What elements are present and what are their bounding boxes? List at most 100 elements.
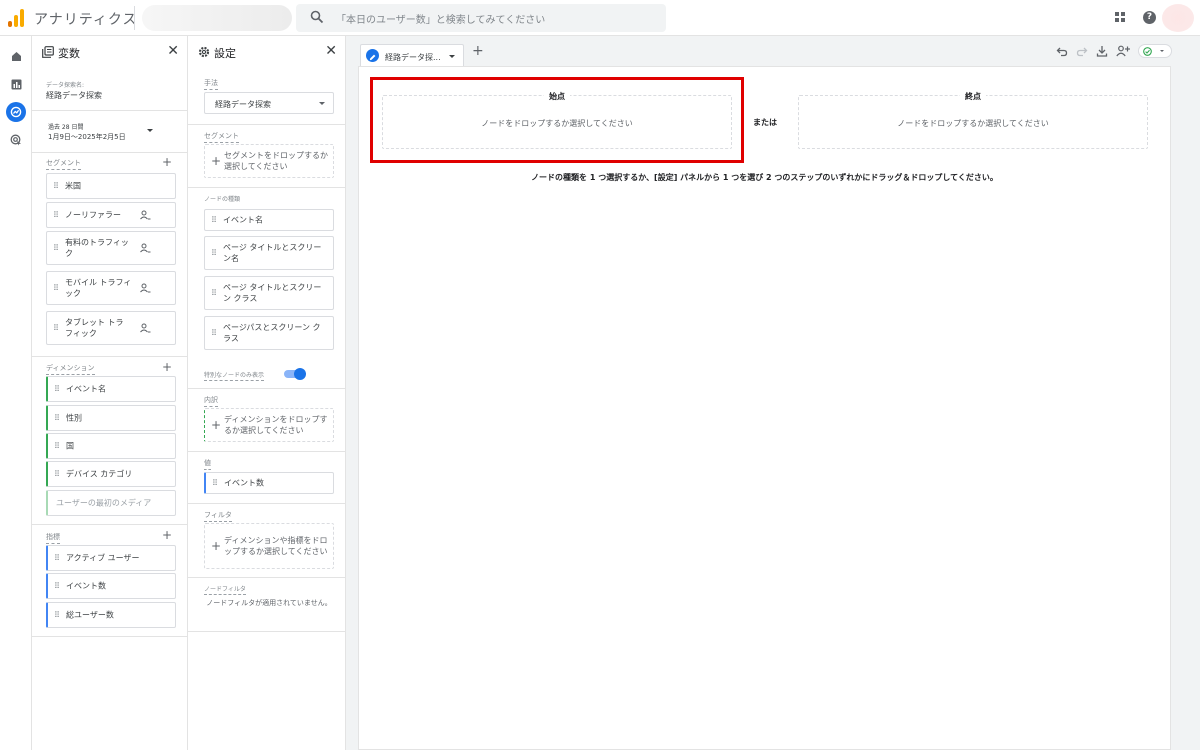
explore-icon[interactable] xyxy=(6,102,26,122)
dimension-chip[interactable]: ⠿ デバイス カテゴリ xyxy=(46,461,176,487)
divider xyxy=(188,124,346,125)
plus-icon: + xyxy=(211,154,222,168)
filters-dropzone[interactable]: + ディメンションや指標をドロップするか選択してください xyxy=(204,523,334,569)
account-selector[interactable] xyxy=(142,5,292,31)
divider xyxy=(188,187,346,188)
drag-handle-icon[interactable]: ⠿ xyxy=(54,385,60,394)
date-range-selector[interactable]: 過去 28 日間 1月9日～2025年2月5日 xyxy=(32,118,188,146)
drag-handle-icon[interactable]: ⠿ xyxy=(54,470,60,479)
or-label: または xyxy=(753,118,777,127)
drag-handle-icon[interactable]: ⠿ xyxy=(54,414,60,423)
help-icon[interactable]: ? xyxy=(1143,11,1156,24)
settings-panel: 設定 ✕ 手法 経路データ探索 セグメント + セグメントをドロップするか選択し… xyxy=(188,36,346,750)
values-text: イベント数 xyxy=(224,478,264,488)
add-metric-button[interactable]: + xyxy=(162,528,172,542)
end-node-text: ノードをドロップするか選択してください xyxy=(897,119,1049,128)
close-variables-icon[interactable]: ✕ xyxy=(167,43,179,59)
drag-handle-icon[interactable]: ⠿ xyxy=(211,289,217,298)
dimension-chip-placeholder[interactable]: ユーザーの最初のメディア xyxy=(46,490,176,516)
metric-chip[interactable]: ⠿ 総ユーザー数 xyxy=(46,602,176,628)
variables-panel: 変数 ✕ データ探索名: 経路データ探索 過去 28 日間 1月9日～2025年… xyxy=(32,36,188,750)
node-type-chip[interactable]: ⠿ イベント名 xyxy=(204,209,334,231)
dimension-chip[interactable]: ⠿ 国 xyxy=(46,433,176,459)
avatar[interactable] xyxy=(1162,4,1194,32)
segment-chip[interactable]: ⠿ ノーリファラー xyxy=(46,202,176,228)
exploration-name-input[interactable]: 経路データ探索 xyxy=(46,90,102,101)
share-icon[interactable] xyxy=(1116,45,1130,57)
apps-grid-icon[interactable] xyxy=(1115,12,1127,24)
user-segment-icon xyxy=(140,210,151,220)
add-dimension-button[interactable]: + xyxy=(162,360,172,374)
segments-label: セグメント xyxy=(46,158,81,170)
node-type-text: ページパスとスクリーン クラス xyxy=(223,323,321,343)
unique-nodes-label: 特別なノードのみ表示 xyxy=(204,372,265,381)
dimension-chip[interactable]: ⠿ 性別 xyxy=(46,405,176,431)
values-chip[interactable]: ⠿ イベント数 xyxy=(204,472,334,494)
dimension-label: 国 xyxy=(66,441,74,451)
title-divider xyxy=(134,6,135,30)
nav-rail xyxy=(0,36,32,750)
reports-icon[interactable] xyxy=(6,74,26,94)
metric-chip[interactable]: ⠿ アクティブ ユーザー xyxy=(46,545,176,571)
user-segment-icon xyxy=(140,243,151,253)
node-type-chip[interactable]: ⠿ ページ タイトルとスクリーン クラス xyxy=(204,276,334,310)
node-type-chip[interactable]: ⠿ ページパスとスクリーン クラス xyxy=(204,316,334,350)
redo-icon[interactable] xyxy=(1076,45,1088,57)
toggle-knob xyxy=(294,368,306,380)
drag-handle-icon[interactable]: ⠿ xyxy=(54,611,60,620)
drag-handle-icon[interactable]: ⠿ xyxy=(53,211,59,220)
drag-handle-icon[interactable]: ⠿ xyxy=(53,284,59,293)
segment-chip[interactable]: ⠿ タブレット トラフィック xyxy=(46,311,176,345)
undo-icon[interactable] xyxy=(1056,45,1068,57)
drag-handle-icon[interactable]: ⠿ xyxy=(211,216,217,225)
gear-icon xyxy=(198,46,210,58)
drag-handle-icon[interactable]: ⠿ xyxy=(54,442,60,451)
divider xyxy=(188,503,346,504)
segment-chip[interactable]: ⠿ 有料のトラフィック xyxy=(46,231,176,265)
unique-nodes-toggle[interactable] xyxy=(284,368,306,380)
check-circle-icon xyxy=(1143,47,1152,56)
chevron-down-icon xyxy=(1160,50,1164,52)
drag-handle-icon[interactable]: ⠿ xyxy=(211,329,217,338)
divider xyxy=(188,388,346,389)
dimensions-label: ディメンション xyxy=(46,363,95,375)
chevron-down-icon[interactable] xyxy=(449,55,455,58)
breakdown-dropzone[interactable]: + ディメンションをドロップするか選択してください xyxy=(204,408,334,442)
plus-icon: + xyxy=(211,539,222,553)
divider xyxy=(188,631,346,632)
search-input[interactable]: 「本日のユーザー数」と検索してみてください xyxy=(296,4,666,32)
drag-handle-icon[interactable]: ⠿ xyxy=(211,249,217,258)
advertising-icon[interactable] xyxy=(6,130,26,150)
segment-chip[interactable]: ⠿ 米国 xyxy=(46,173,176,199)
add-segment-button[interactable]: + xyxy=(162,155,172,169)
tab-path-exploration[interactable]: 経路データ探... xyxy=(360,44,464,66)
dimension-label: 性別 xyxy=(66,413,82,423)
drag-handle-icon[interactable]: ⠿ xyxy=(53,244,59,253)
edit-pencil-icon[interactable] xyxy=(366,49,379,62)
drag-handle-icon[interactable]: ⠿ xyxy=(54,582,60,591)
drag-handle-icon[interactable]: ⠿ xyxy=(53,324,59,333)
highlight-box xyxy=(370,77,744,163)
metric-chip[interactable]: ⠿ イベント数 xyxy=(46,573,176,599)
add-tab-button[interactable]: + xyxy=(472,43,484,59)
user-segment-icon xyxy=(140,283,151,293)
segment-dropzone[interactable]: + セグメントをドロップするか選択してください xyxy=(204,144,334,178)
drag-handle-icon[interactable]: ⠿ xyxy=(54,554,60,563)
drag-handle-icon[interactable]: ⠿ xyxy=(212,479,218,488)
node-type-chip[interactable]: ⠿ ページ タイトルとスクリーン名 xyxy=(204,236,334,270)
analytics-logo[interactable] xyxy=(8,9,24,27)
settings-header: 設定 ✕ xyxy=(188,36,345,68)
divider xyxy=(32,524,188,525)
status-check-button[interactable] xyxy=(1138,44,1172,58)
home-icon[interactable] xyxy=(6,46,26,66)
drag-handle-icon[interactable]: ⠿ xyxy=(53,182,59,191)
settings-title: 設定 xyxy=(214,47,236,60)
dropzone-text: セグメントをドロップするか選択してください xyxy=(224,151,328,171)
dimension-label: ユーザーの最初のメディア xyxy=(56,498,152,508)
dimension-chip[interactable]: ⠿ イベント名 xyxy=(46,376,176,402)
close-settings-icon[interactable]: ✕ xyxy=(325,43,337,59)
technique-select[interactable]: 経路データ探索 xyxy=(204,92,334,114)
end-node-dropzone[interactable]: 終点 ノードをドロップするか選択してください xyxy=(798,91,1148,149)
download-icon[interactable] xyxy=(1096,45,1108,57)
segment-chip[interactable]: ⠿ モバイル トラフィック xyxy=(46,271,176,305)
